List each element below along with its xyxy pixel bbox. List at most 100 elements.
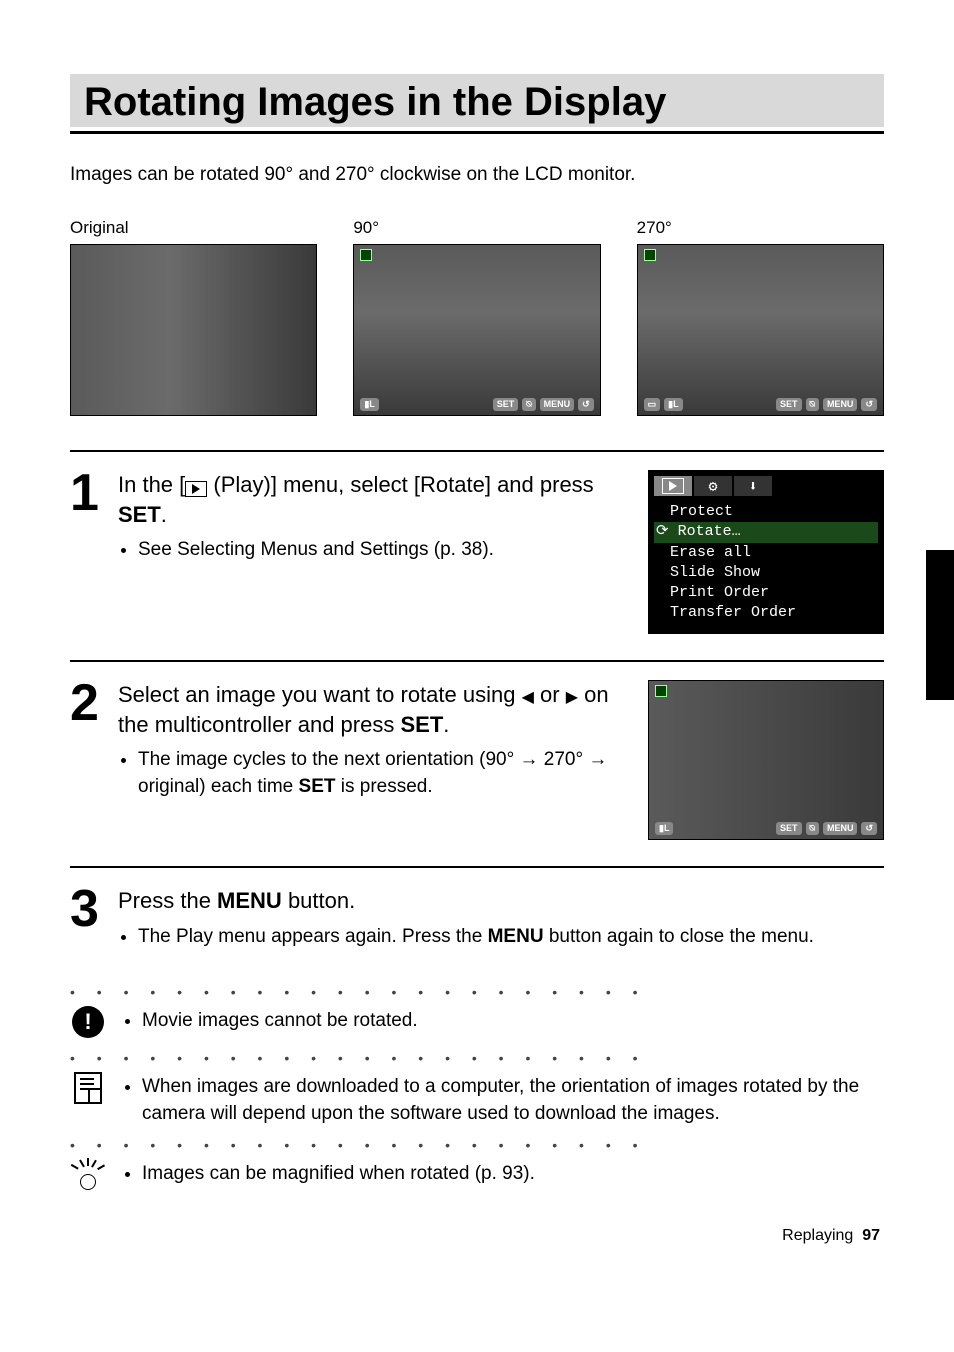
menu-tab-play xyxy=(654,476,692,496)
text: 270° xyxy=(538,749,588,770)
text: Press the xyxy=(118,888,217,913)
rotated-preview-image: ▮L SET ⍉ MENU ↺ xyxy=(648,680,884,840)
text: . xyxy=(161,502,167,527)
size-icon: ▮L xyxy=(664,398,682,411)
menu-item: Print Order xyxy=(654,583,878,603)
step-2: 2 Select an image you want to rotate usi… xyxy=(70,660,884,866)
menu-label: MENU xyxy=(217,888,282,913)
arrow-right-icon: → xyxy=(519,749,538,770)
step-3: 3 Press the MENU button. The Play menu a… xyxy=(70,866,884,974)
page-number: 97 xyxy=(862,1227,880,1244)
rotate-indicator-icon xyxy=(644,249,656,261)
back-chip: ↺ xyxy=(861,398,877,411)
zoom-chip: ⍉ xyxy=(806,822,819,835)
text: button again to close the menu. xyxy=(544,926,814,947)
thumb-index-tab xyxy=(926,550,954,700)
zoom-chip: ⍉ xyxy=(806,398,819,411)
exclamation-icon: ! xyxy=(72,1006,104,1038)
rotation-examples: Original ▮L SET ⍉ MENU ↺ 90° ▮L SET ⍉ xyxy=(70,218,884,416)
document-icon xyxy=(74,1072,102,1104)
arrow-right-icon: ▶ xyxy=(566,687,578,709)
step-number: 1 xyxy=(70,470,118,634)
menu-chip: MENU xyxy=(256,398,291,411)
menu-chip: MENU xyxy=(823,822,858,835)
text: The Play menu appears again. Press the xyxy=(138,926,488,947)
set-label: SET xyxy=(118,502,161,527)
section-name: Replaying xyxy=(782,1227,853,1244)
tip-note: Images can be magnified when rotated (p.… xyxy=(70,1157,884,1193)
zoom-chip: ⍉ xyxy=(239,398,252,411)
step-1-bullet: See Selecting Menus and Settings (p. 38)… xyxy=(138,537,628,564)
arrow-right-icon: → xyxy=(588,749,607,770)
example-image-90: ▮L SET ⍉ MENU ↺ xyxy=(353,244,600,416)
info-note: When images are downloaded to a computer… xyxy=(70,1070,884,1127)
example-label: 270° xyxy=(637,218,884,238)
menu-items: Protect ⟳ Rotate… Erase all Slide Show P… xyxy=(654,502,878,624)
step-1: 1 In the [ (Play)] menu, select [Rotate]… xyxy=(70,450,884,660)
text: The image cycles to the next orientation… xyxy=(138,749,519,770)
zoom-chip: ⍉ xyxy=(522,398,535,411)
menu-tab-tools: ⬇ xyxy=(734,476,772,496)
step-2-head: Select an image you want to rotate using… xyxy=(118,680,628,739)
size-icon: ▮L xyxy=(360,398,378,411)
warning-note: ! Movie images cannot be rotated. xyxy=(70,1004,884,1040)
divider-dots: • • • • • • • • • • • • • • • • • • • • … xyxy=(70,1137,884,1153)
warning-text: Movie images cannot be rotated. xyxy=(142,1008,418,1035)
set-chip: SET xyxy=(776,822,802,835)
back-chip: ↺ xyxy=(861,822,877,835)
menu-item: Transfer Order xyxy=(654,603,878,623)
example-90: 90° ▮L SET ⍉ MENU ↺ xyxy=(353,218,600,416)
rotate-indicator-icon xyxy=(655,685,667,697)
back-chip: ↺ xyxy=(578,398,594,411)
text: (Play)] menu, select [Rotate] and press xyxy=(207,472,593,497)
example-image-original: ▮L SET ⍉ MENU ↺ xyxy=(70,244,317,416)
menu-chip: MENU xyxy=(540,398,575,411)
step-3-head: Press the MENU button. xyxy=(118,886,864,916)
step-1-head: In the [ (Play)] menu, select [Rotate] a… xyxy=(118,470,628,529)
size-icon: ▮L xyxy=(655,822,673,835)
play-menu-screenshot: ⚙ ⬇ Protect ⟳ Rotate… Erase all Slide Sh… xyxy=(648,470,884,634)
example-original: Original ▮L SET ⍉ MENU ↺ xyxy=(70,218,317,416)
arrow-left-icon: ◀ xyxy=(522,687,534,709)
step-number: 2 xyxy=(70,680,118,840)
divider-dots: • • • • • • • • • • • • • • • • • • • • … xyxy=(70,984,884,1000)
play-icon xyxy=(185,481,207,497)
set-label: SET xyxy=(299,776,336,797)
lightbulb-icon xyxy=(73,1158,103,1192)
card-icon: ▭ xyxy=(644,398,661,411)
menu-item: Protect xyxy=(654,502,878,522)
text: button. xyxy=(282,888,355,913)
example-image-270: ▭ ▮L SET ⍉ MENU ↺ xyxy=(637,244,884,416)
tip-text: Images can be magnified when rotated (p.… xyxy=(142,1161,535,1188)
menu-tab-setup: ⚙ xyxy=(694,476,732,496)
example-label: Original xyxy=(70,218,317,238)
divider-dots: • • • • • • • • • • • • • • • • • • • • … xyxy=(70,1050,884,1066)
text: Select an image you want to rotate using xyxy=(118,682,522,707)
set-label: SET xyxy=(400,712,443,737)
text: In the [ xyxy=(118,472,185,497)
set-chip: SET xyxy=(209,398,235,411)
rotate-indicator-icon xyxy=(77,249,89,261)
info-text: When images are downloaded to a computer… xyxy=(142,1074,884,1127)
set-chip: SET xyxy=(493,398,519,411)
intro-text: Images can be rotated 90° and 270° clock… xyxy=(70,164,884,186)
step-2-bullet: The image cycles to the next orientation… xyxy=(138,747,628,800)
text: is pressed. xyxy=(335,776,432,797)
page-title-bar: Rotating Images in the Display xyxy=(70,74,884,127)
menu-item-selected: ⟳ Rotate… xyxy=(654,522,878,542)
back-chip: ↺ xyxy=(295,398,311,411)
set-chip: SET xyxy=(776,398,802,411)
page-footer: Replaying 97 xyxy=(70,1227,884,1245)
menu-item: Slide Show xyxy=(654,563,878,583)
size-icon: ▮L xyxy=(77,398,95,411)
text: or xyxy=(534,682,566,707)
menu-label: MENU xyxy=(488,926,544,947)
rotate-indicator-icon xyxy=(360,249,372,261)
menu-item: Erase all xyxy=(654,543,878,563)
step-3-bullet: The Play menu appears again. Press the M… xyxy=(138,924,864,951)
step-number: 3 xyxy=(70,886,118,954)
text: . xyxy=(443,712,449,737)
title-underline xyxy=(70,131,884,134)
page-title: Rotating Images in the Display xyxy=(84,80,870,125)
text: original) each time xyxy=(138,776,299,797)
